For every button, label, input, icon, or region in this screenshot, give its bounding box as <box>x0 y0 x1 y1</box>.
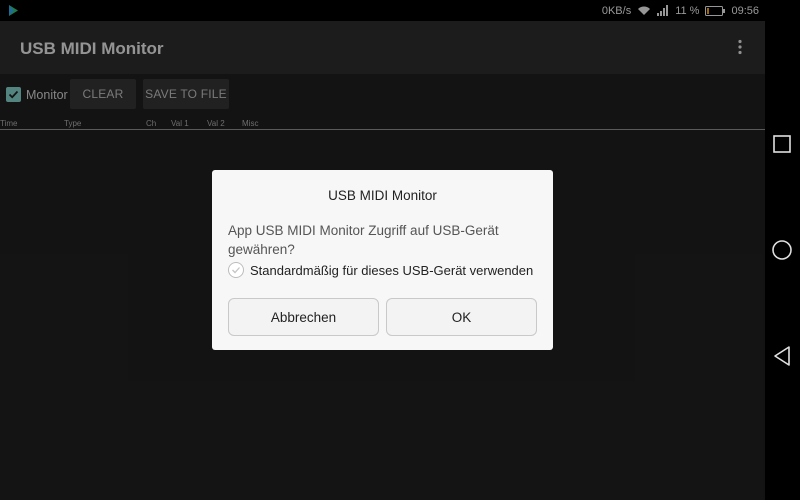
back-icon[interactable] <box>771 345 793 367</box>
home-icon[interactable] <box>771 239 793 261</box>
use-by-default-checkbox[interactable] <box>228 262 244 278</box>
check-icon <box>232 267 240 274</box>
dialog-message: App USB MIDI Monitor Zugriff auf USB-Ger… <box>228 223 499 257</box>
cancel-button[interactable]: Abbrechen <box>228 298 379 336</box>
usb-permission-dialog: USB MIDI Monitor App USB MIDI Monitor Zu… <box>212 170 553 350</box>
navigation-bar <box>765 0 800 500</box>
dialog-title: USB MIDI Monitor <box>328 188 437 203</box>
recents-icon[interactable] <box>771 133 793 155</box>
use-by-default-label[interactable]: Standardmäßig für dieses USB-Gerät verwe… <box>250 263 533 278</box>
ok-button[interactable]: OK <box>386 298 537 336</box>
